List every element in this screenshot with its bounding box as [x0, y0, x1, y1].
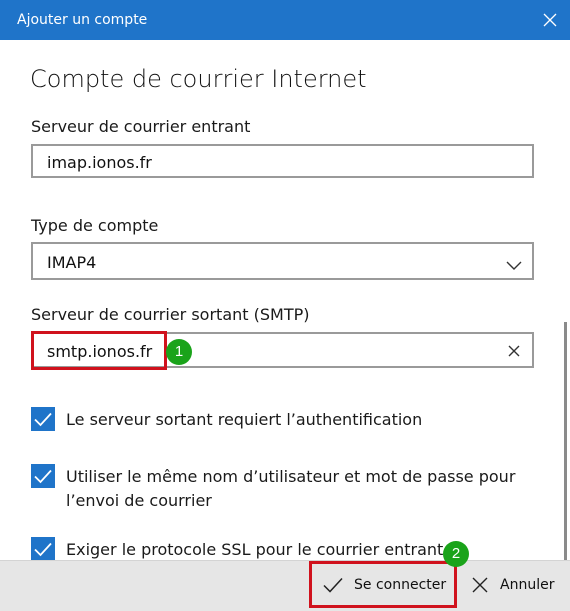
option-label: Le serveur sortant requiert l’authentifi… — [66, 410, 423, 429]
outgoing-server-input[interactable]: smtp.ionos.fr — [31, 332, 534, 368]
clear-icon[interactable] — [506, 343, 522, 359]
connect-button[interactable]: Se connecter — [322, 560, 446, 610]
incoming-server-value: imap.ionos.fr — [47, 153, 152, 172]
page-title: Compte de courrier Internet — [30, 65, 367, 93]
checkbox-checked-icon[interactable] — [31, 464, 55, 488]
outgoing-server-label: Serveur de courrier sortant (SMTP) — [31, 305, 310, 324]
incoming-server-label: Serveur de courrier entrant — [31, 117, 251, 136]
checkbox-checked-icon[interactable] — [31, 537, 55, 560]
checkbox-checked-icon[interactable] — [31, 407, 55, 431]
option-label: Exiger le protocole SSL pour le courrier… — [66, 540, 444, 559]
option-label-line: l’envoi de courrier — [66, 491, 212, 510]
option-label: Utiliser le même nom d’utilisateur et mo… — [66, 465, 556, 513]
window-title: Ajouter un compte — [17, 12, 148, 28]
chevron-down-icon — [506, 256, 522, 270]
step-badge-2: 2 — [443, 541, 469, 567]
cancel-button-label: Annuler — [500, 577, 555, 593]
outgoing-server-value: smtp.ionos.fr — [47, 342, 153, 361]
account-type-value: IMAP4 — [47, 253, 97, 272]
scrollbar-thumb[interactable] — [564, 322, 567, 560]
account-type-label: Type de compte — [31, 216, 159, 235]
step-badge-1: 1 — [166, 339, 192, 365]
cancel-button[interactable]: Annuler — [470, 560, 554, 610]
account-type-select[interactable]: IMAP4 — [31, 242, 534, 280]
option-label-line: Utiliser le même nom d’utilisateur et mo… — [66, 467, 516, 486]
close-icon[interactable] — [536, 6, 564, 34]
title-bar: Ajouter un compte — [0, 0, 570, 40]
checkmark-icon — [322, 576, 344, 594]
incoming-server-input[interactable]: imap.ionos.fr — [31, 144, 534, 178]
form-content: Compte de courrier Internet Serveur de c… — [0, 40, 570, 560]
connect-button-label: Se connecter — [354, 577, 447, 593]
close-icon — [470, 575, 490, 595]
